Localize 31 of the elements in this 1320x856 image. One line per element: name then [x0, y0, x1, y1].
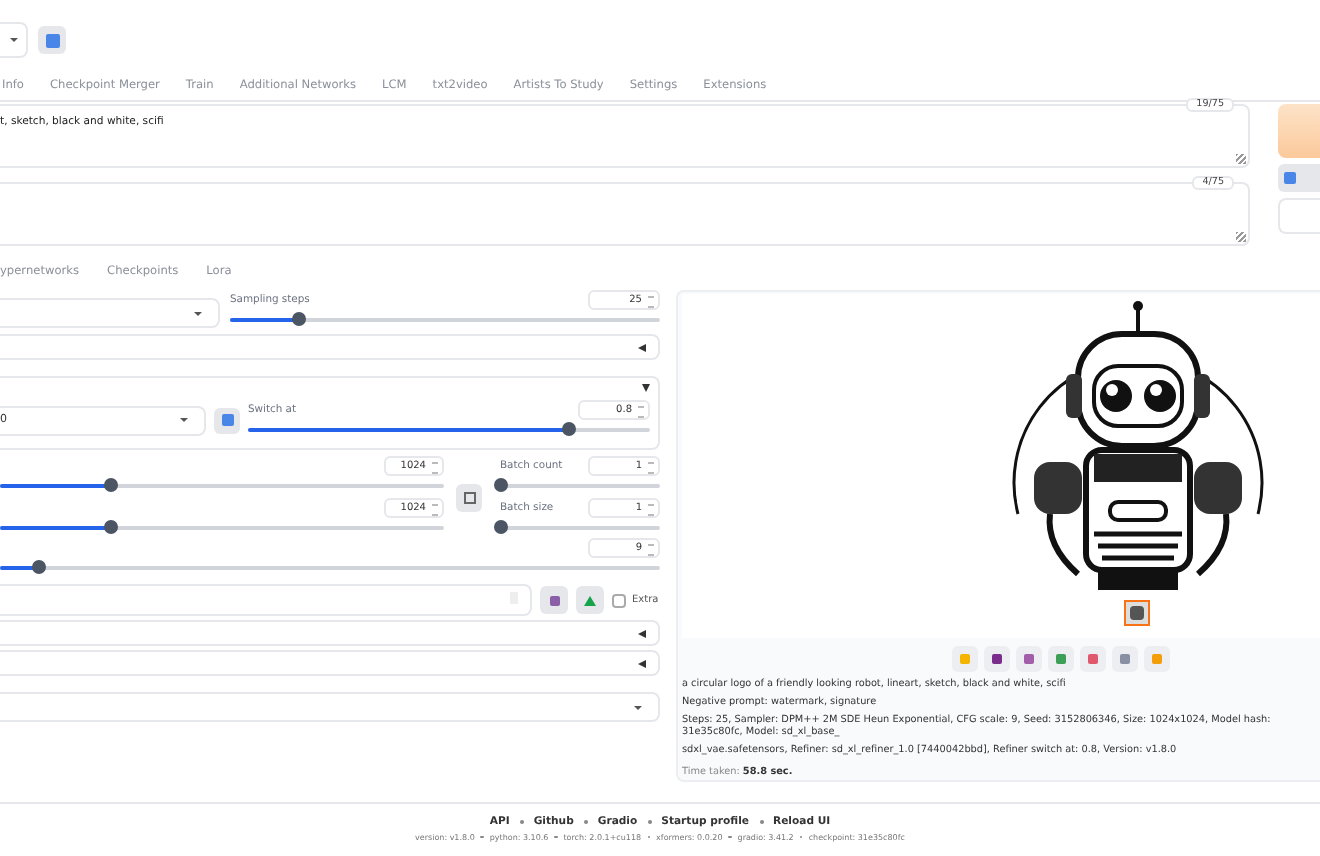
- toolbar-button[interactable]: [1080, 646, 1106, 672]
- separator-dot: [583, 820, 588, 824]
- recycle-button[interactable]: [576, 586, 604, 614]
- dice-button[interactable]: [540, 586, 568, 614]
- slider-thumb[interactable]: [493, 520, 507, 534]
- style-apply-button[interactable]: [1278, 164, 1320, 192]
- toolbar-button[interactable]: [984, 646, 1010, 672]
- slider-thumb[interactable]: [104, 520, 118, 534]
- caret-icon: [9, 38, 17, 42]
- slider-thumb[interactable]: [291, 312, 306, 326]
- toolbar-button[interactable]: [1048, 646, 1074, 672]
- image-thumbnail[interactable]: [1124, 600, 1150, 626]
- caret-icon: [634, 705, 642, 709]
- seed-field[interactable]: [0, 584, 532, 616]
- refresh-button[interactable]: [214, 407, 240, 433]
- slider-thumb[interactable]: [562, 422, 577, 436]
- resize-handle-icon[interactable]: [1236, 154, 1246, 164]
- slider-thumb[interactable]: [104, 478, 118, 492]
- separator-dot: [647, 820, 652, 824]
- toolbar-button[interactable]: [1016, 646, 1042, 672]
- resize-handle-icon[interactable]: [1236, 232, 1246, 242]
- caret-icon: [180, 418, 188, 422]
- slider-thumb[interactable]: [32, 560, 47, 574]
- toggle-arrow-icon[interactable]: [642, 384, 650, 392]
- separator-dot: [759, 820, 763, 824]
- caret-icon: [194, 311, 202, 315]
- slider-thumb[interactable]: [493, 478, 507, 492]
- refresh-button[interactable]: [38, 26, 66, 54]
- swap-dimensions-button[interactable]: [456, 483, 482, 511]
- separator-dot: [519, 820, 524, 824]
- extra-checkbox[interactable]: [612, 593, 626, 607]
